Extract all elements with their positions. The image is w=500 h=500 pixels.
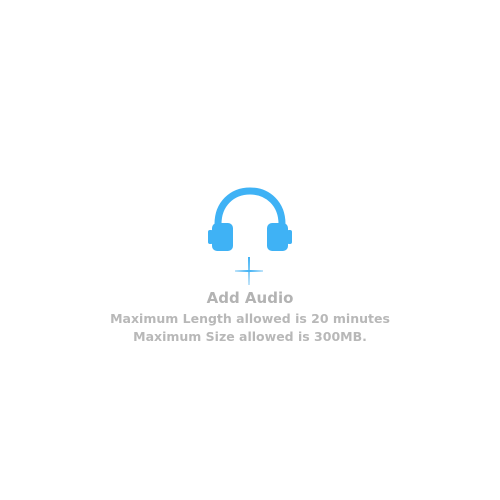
max-length-note: Maximum Length allowed is 20 minutes (110, 311, 390, 326)
headphones-icon (208, 187, 292, 251)
plus-icon (235, 257, 263, 285)
add-audio-dropzone[interactable]: Add Audio Maximum Length allowed is 20 m… (0, 0, 500, 500)
max-size-note: Maximum Size allowed is 300MB. (133, 329, 367, 344)
audio-upload-page: Add Audio Maximum Length allowed is 20 m… (0, 0, 500, 500)
add-audio-title: Add Audio (206, 289, 294, 307)
